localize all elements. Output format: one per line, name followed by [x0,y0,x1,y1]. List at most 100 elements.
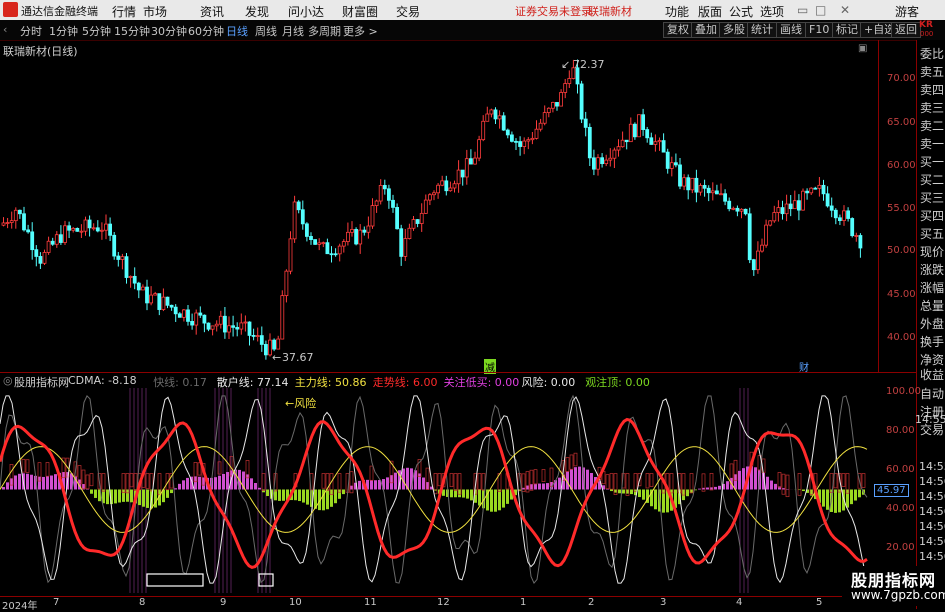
menu-caifuquan[interactable]: 财富圈 [342,3,378,20]
histogram-bar [702,488,705,490]
outline-bar [534,470,537,484]
period-monthly[interactable]: 月线 [282,23,304,39]
histogram-bar [306,490,309,505]
histogram-bar [770,481,773,490]
app-logo-icon [3,2,18,17]
candle [666,149,669,174]
period-daily[interactable]: 日线 [226,23,248,39]
period-1min[interactable]: 1分钟 [49,23,78,39]
histogram-bar [434,490,437,491]
period-60min[interactable]: 60分钟 [188,23,224,39]
histogram-bar [798,490,801,491]
indicator-tick: 20.00 [886,542,915,553]
menu-gongneng[interactable]: 功能 [665,3,689,20]
candle [564,79,567,98]
histogram-bar [94,490,97,498]
price-tick: 55.00 [887,203,916,214]
side-label: 卖一 [920,135,944,152]
histogram-bar [542,483,545,489]
minimize-icon[interactable]: ▭ [797,3,808,17]
histogram-bar [390,475,393,489]
menu-faxian[interactable]: 发现 [245,3,269,20]
date-label: 4 [736,597,742,608]
mark-button[interactable]: 标记 [832,22,862,38]
menu-xuanxiang[interactable]: 选项 [760,3,784,20]
outline-bar [438,474,441,486]
back-button[interactable]: 返回 [891,22,921,38]
menu-wenxiaoda[interactable]: 问小达 [288,3,324,20]
collapse-icon[interactable]: ‹ [3,23,7,36]
period-multi[interactable]: 多周期 [308,23,341,39]
menu-hangqing[interactable]: 行情 [112,3,136,20]
menu-zixun[interactable]: 资讯 [200,3,224,20]
candle [355,227,358,245]
side-label: 买五 [920,225,944,242]
candle [55,231,58,248]
maximize-icon[interactable]: □ [815,3,826,17]
candle [847,207,850,221]
candle [166,297,169,309]
guest-button[interactable]: 游客 [895,3,919,20]
overlay-button[interactable]: 叠加 [691,22,721,38]
menu-gongshi[interactable]: 公式 [729,3,753,20]
risk-note: ←风险 [285,395,316,411]
candle [236,322,239,336]
indicator-chart[interactable] [0,388,878,593]
candle [141,284,144,290]
outline-bar [782,474,785,494]
candle [515,138,518,150]
side-label: 卖三 [920,99,944,116]
histogram-bar [338,490,341,499]
histogram-bar [170,490,173,494]
side-auto[interactable]: 自动 [920,385,944,402]
candle [285,269,288,302]
candle [527,137,530,149]
histogram-bar [326,490,329,510]
period-15min[interactable]: 15分钟 [114,23,150,39]
login-warning[interactable]: 证券交易未登录 [515,3,592,19]
outline-bar [478,474,481,490]
histogram-bar [494,490,497,512]
outline-bar [650,474,653,487]
histogram-bar [106,490,109,505]
period-30min[interactable]: 30分钟 [151,23,187,39]
draw-line-button[interactable]: 画线 [776,22,806,38]
candle [252,329,255,341]
candle [658,137,661,150]
candle [650,133,653,145]
candle [92,223,95,230]
candle [137,282,140,298]
f10-button[interactable]: F10 [805,22,833,38]
histogram-bar [774,484,777,490]
menu-banmian[interactable]: 版面 [698,3,722,20]
candle [379,179,382,204]
candle [793,191,796,209]
menu-jiaoyi[interactable]: 交易 [396,3,420,20]
candle [531,132,534,144]
candle [109,217,112,241]
period-more[interactable]: 更多 > [343,23,378,39]
candle [428,193,431,205]
period-fenshi[interactable]: 分时 [20,23,42,39]
candle [646,127,649,143]
multi-stock-button[interactable]: 多股 [719,22,749,38]
histogram-bar [766,477,769,490]
period-5min[interactable]: 5分钟 [82,23,111,39]
histogram-bar [462,490,465,498]
indicator-scale: 100.00 80.00 60.00 40.00 20.00 45.97 14:… [878,388,916,593]
side-label: 委比 [920,45,944,62]
indicator-toggle-icon[interactable]: ◎ [3,374,13,387]
candle [400,225,403,266]
close-icon[interactable]: ✕ [840,3,850,17]
chart-settings-icon[interactable]: ▣ [858,43,867,54]
candlestick-chart[interactable] [0,40,878,372]
period-weekly[interactable]: 周线 [255,23,277,39]
candle [174,304,177,322]
candle [568,70,571,88]
candle [617,139,620,156]
menu-shichang[interactable]: 市场 [143,3,167,20]
candle [437,183,440,199]
fuquan-button[interactable]: 复权 [663,22,693,38]
stats-button[interactable]: 统计 [747,22,777,38]
histogram-bar [26,474,29,490]
